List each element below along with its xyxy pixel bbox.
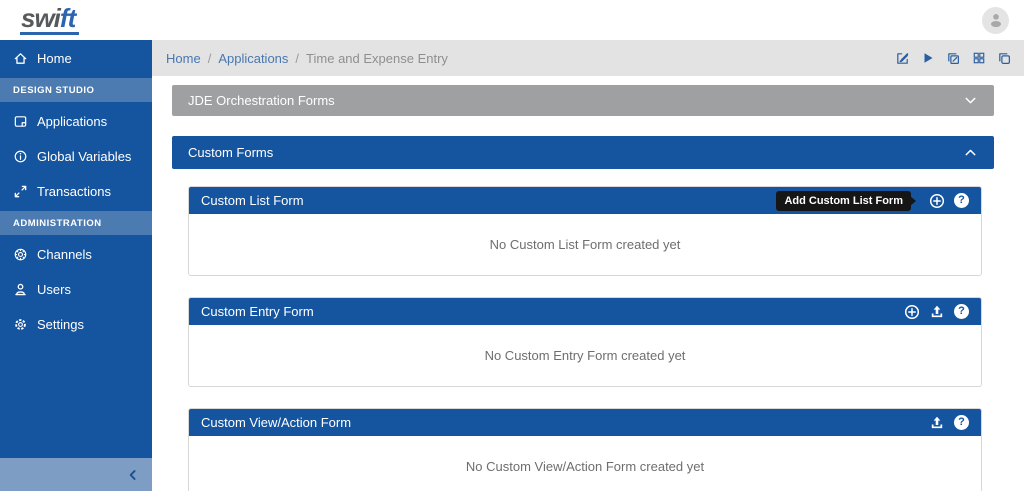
- sidebar-item-label: Channels: [37, 247, 92, 262]
- globe-wheel-icon: [13, 247, 28, 262]
- panel-title: Custom Entry Form: [201, 304, 314, 319]
- upload-icon[interactable]: [929, 415, 945, 431]
- sidebar-item-settings[interactable]: Settings: [0, 307, 152, 342]
- logo-text-gray: swi: [21, 3, 60, 33]
- edit-icon[interactable]: [895, 51, 910, 66]
- main-column: Home / Applications / Time and Expense E…: [152, 40, 1024, 491]
- panel-empty-state: No Custom Entry Form created yet: [189, 325, 981, 386]
- sidebar-item-label: Settings: [37, 317, 84, 332]
- top-header: swift: [0, 0, 1024, 40]
- sidebar-collapse-button[interactable]: [0, 458, 152, 491]
- panel-empty-state: No Custom List Form created yet: [189, 214, 981, 275]
- section-label: ADMINISTRATION: [13, 218, 102, 229]
- sidebar-item-channels[interactable]: Channels: [0, 237, 152, 272]
- breadcrumb-separator: /: [208, 51, 212, 66]
- sidebar-item-label: Transactions: [37, 184, 111, 199]
- panel-custom-view-action-form: Custom View/Action Form ?: [188, 408, 982, 491]
- user-avatar-icon[interactable]: [982, 7, 1009, 34]
- sidebar-item-transactions[interactable]: Transactions: [0, 174, 152, 209]
- sidebar-item-label: Users: [37, 282, 71, 297]
- panel-actions: ?: [904, 304, 969, 320]
- sidebar-item-global-variables[interactable]: Global Variables: [0, 139, 152, 174]
- sidebar-item-label: Global Variables: [37, 149, 131, 164]
- sidebar-item-users[interactable]: Users: [0, 272, 152, 307]
- duplicate-edit-icon[interactable]: [946, 51, 961, 66]
- panel-custom-entry-form: Custom Entry Form: [188, 297, 982, 387]
- sidebar-item-applications[interactable]: Applications: [0, 104, 152, 139]
- empty-state-text: No Custom List Form created yet: [490, 237, 681, 252]
- panel-custom-list-form: Custom List Form Add Custom List Form ?: [188, 186, 982, 276]
- accordion-title: JDE Orchestration Forms: [188, 93, 335, 108]
- add-circle-icon[interactable]: [929, 193, 945, 209]
- logo-text-blue: ft: [60, 3, 75, 33]
- home-icon: [13, 51, 28, 66]
- swift-logo[interactable]: swift: [20, 5, 79, 35]
- info-circle-icon: [13, 149, 28, 164]
- chevron-up-icon[interactable]: [963, 145, 978, 160]
- panel-header: Custom View/Action Form ?: [189, 409, 981, 436]
- section-label: DESIGN STUDIO: [13, 85, 94, 96]
- play-icon[interactable]: [921, 51, 935, 65]
- add-circle-icon[interactable]: [904, 304, 920, 320]
- applications-icon: [13, 114, 28, 129]
- sidebar: Home DESIGN STUDIO Applications Global V…: [0, 40, 152, 491]
- breadcrumb-current-page: Time and Expense Entry: [306, 51, 448, 66]
- accordion-title: Custom Forms: [188, 145, 273, 160]
- user-icon: [13, 282, 28, 297]
- panel-actions: ?: [929, 415, 969, 431]
- chevron-down-icon[interactable]: [963, 93, 978, 108]
- person-icon: [987, 11, 1005, 29]
- breadcrumb-separator: /: [295, 51, 299, 66]
- help-circle-icon[interactable]: ?: [954, 193, 969, 208]
- chevron-left-icon: [126, 468, 140, 482]
- custom-forms-panels: Custom List Form Add Custom List Form ?: [172, 186, 994, 491]
- sidebar-section-design-studio: DESIGN STUDIO: [0, 78, 152, 102]
- gear-icon: [13, 317, 28, 332]
- body-row: Home DESIGN STUDIO Applications Global V…: [0, 40, 1024, 491]
- widgets-icon[interactable]: [972, 51, 986, 65]
- content-area: JDE Orchestration Forms Custom Forms: [152, 76, 1024, 491]
- panel-empty-state: No Custom View/Action Form created yet: [189, 436, 981, 491]
- breadcrumb-toolbar: [895, 51, 1012, 66]
- accordion-jde-orchestration-forms[interactable]: JDE Orchestration Forms: [172, 85, 994, 116]
- help-circle-icon[interactable]: ?: [954, 415, 969, 430]
- help-circle-icon[interactable]: ?: [954, 304, 969, 319]
- panel-actions: Add Custom List Form ?: [776, 191, 969, 211]
- breadcrumb-link-applications[interactable]: Applications: [218, 51, 288, 66]
- sidebar-item-label: Applications: [37, 114, 107, 129]
- sidebar-item-label: Home: [37, 51, 72, 66]
- empty-state-text: No Custom Entry Form created yet: [485, 348, 686, 363]
- breadcrumb: Home / Applications / Time and Expense E…: [152, 40, 1024, 76]
- panel-title: Custom View/Action Form: [201, 415, 351, 430]
- empty-state-text: No Custom View/Action Form created yet: [466, 459, 704, 474]
- upload-icon[interactable]: [929, 304, 945, 320]
- sidebar-item-home[interactable]: Home: [0, 40, 152, 76]
- panel-header: Custom Entry Form: [189, 298, 981, 325]
- accordion-custom-forms[interactable]: Custom Forms: [172, 136, 994, 169]
- app-window: swift Home DESIGN STUDIO: [0, 0, 1024, 491]
- panel-header: Custom List Form Add Custom List Form ?: [189, 187, 981, 214]
- expand-arrows-icon: [13, 184, 28, 199]
- panel-title: Custom List Form: [201, 193, 304, 208]
- sidebar-section-administration: ADMINISTRATION: [0, 211, 152, 235]
- copy-icon[interactable]: [997, 51, 1012, 66]
- breadcrumb-link-home[interactable]: Home: [166, 51, 201, 66]
- add-custom-list-form-tooltip: Add Custom List Form: [776, 191, 911, 211]
